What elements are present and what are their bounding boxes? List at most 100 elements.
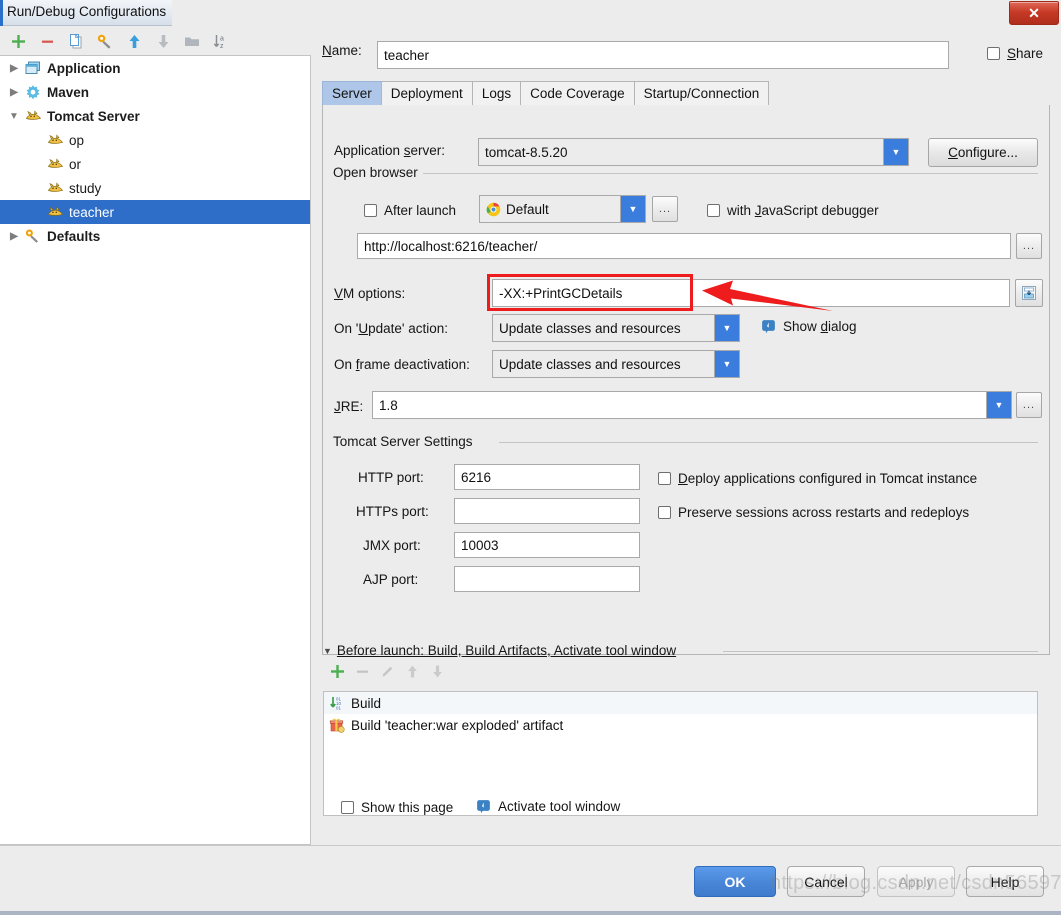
group-divider — [723, 651, 1038, 652]
preserve-sessions-row[interactable]: Preserve sessions across restarts and re… — [658, 505, 969, 520]
before-launch-header[interactable]: ▼ Before launch: Build, Build Artifacts,… — [323, 643, 676, 658]
after-launch-checkbox-row[interactable]: After launch — [364, 203, 456, 218]
show-this-page-row[interactable]: Show this page — [341, 800, 453, 815]
https-port-input[interactable] — [454, 498, 640, 524]
name-row: Name: — [322, 43, 362, 58]
chevron-down-icon[interactable]: ▼ — [6, 108, 22, 124]
before-launch-item-artifact[interactable]: Build 'teacher:war exploded' artifact — [324, 714, 1037, 736]
cancel-button[interactable]: Cancel — [787, 866, 865, 897]
before-launch-add-button[interactable] — [329, 663, 346, 683]
tree-node-teacher[interactable]: teacher — [0, 200, 310, 224]
chevron-down-icon[interactable]: ▼ — [986, 392, 1011, 418]
configuration-tabs[interactable]: Server Deployment Logs Code Coverage Sta… — [322, 81, 770, 105]
ok-button[interactable]: OK — [694, 866, 776, 897]
activate-tool-window-row[interactable]: Activate tool window — [476, 799, 620, 814]
sort-alphabetically-button[interactable]: a z — [208, 29, 234, 53]
preserve-sessions-checkbox[interactable] — [658, 506, 671, 519]
show-dialog-label: Show dialog — [783, 319, 857, 334]
arrow-up-icon — [408, 665, 417, 678]
tree-node-or[interactable]: or — [0, 152, 310, 176]
before-launch-edit-button[interactable] — [379, 663, 396, 683]
dialog-button-bar: OK Cancel Apply Help — [0, 845, 1061, 915]
svg-text:01: 01 — [336, 706, 341, 711]
chevron-down-icon[interactable]: ▼ — [620, 196, 645, 222]
browser-settings-ellipsis-button[interactable]: ... — [652, 196, 678, 222]
tab-code-coverage[interactable]: Code Coverage — [520, 81, 635, 105]
tree-node-defaults[interactable]: ▶ Defaults — [0, 224, 310, 248]
jmx-port-input[interactable]: 10003 — [454, 532, 640, 558]
on-frame-deactivation-row: On frame deactivation: — [334, 357, 470, 372]
before-launch-toolbar — [329, 663, 446, 683]
show-dialog-row[interactable]: Show dialog — [761, 319, 857, 334]
show-this-page-checkbox[interactable] — [341, 801, 354, 814]
share-checkbox[interactable] — [987, 47, 1000, 60]
configure-button[interactable]: Configure... — [928, 138, 1038, 167]
chevron-right-icon[interactable]: ▶ — [6, 84, 22, 100]
tree-node-application[interactable]: ▶ Application — [0, 56, 310, 80]
dialog-title: Run/Debug Configurations — [7, 4, 167, 19]
add-configuration-button[interactable] — [5, 29, 31, 53]
tomcat-icon — [46, 132, 64, 148]
remove-configuration-button[interactable] — [34, 29, 60, 53]
chevron-down-icon[interactable]: ▼ — [883, 139, 908, 165]
tree-node-op[interactable]: op — [0, 128, 310, 152]
jmx-port-label-row: JMX port: — [363, 538, 421, 553]
start-url-input[interactable]: http://localhost:6216/teacher/ — [357, 233, 1011, 259]
chevron-down-icon[interactable]: ▼ — [714, 351, 739, 377]
pencil-icon — [382, 666, 393, 677]
on-frame-deactivation-value: Update classes and resources — [493, 351, 714, 377]
edit-defaults-button[interactable] — [92, 29, 118, 53]
run-debug-configurations-dialog: Run/Debug Configurations ✕ a z ▶ Applica… — [0, 0, 1061, 915]
tree-node-maven[interactable]: ▶ Maven — [0, 80, 310, 104]
before-launch-list[interactable]: 01 10 01 Build Build 'teacher:war explod… — [323, 691, 1038, 816]
on-update-action-combo[interactable]: Update classes and resources ▼ — [492, 314, 740, 342]
after-launch-checkbox[interactable] — [364, 204, 377, 217]
share-checkbox-row[interactable]: Share — [987, 46, 1043, 61]
start-url-ellipsis-button[interactable]: ... — [1016, 233, 1042, 259]
deploy-applications-row[interactable]: Deploy applications configured in Tomcat… — [658, 471, 977, 486]
chevron-right-icon[interactable]: ▶ — [6, 228, 22, 244]
copy-configuration-button[interactable] — [63, 29, 89, 53]
js-debugger-checkbox[interactable] — [707, 204, 720, 217]
jre-ellipsis-button[interactable]: ... — [1016, 392, 1042, 418]
tab-deployment[interactable]: Deployment — [380, 81, 473, 105]
arrow-down-icon — [433, 665, 442, 678]
vm-options-expand-button[interactable] — [1015, 279, 1043, 307]
tab-label: Server — [332, 86, 372, 101]
tab-server[interactable]: Server — [322, 81, 382, 105]
chevron-down-icon[interactable]: ▼ — [323, 646, 332, 656]
move-up-button[interactable] — [121, 29, 147, 53]
before-launch-remove-button[interactable] — [354, 663, 371, 683]
vm-options-row: VM options: — [334, 286, 405, 301]
http-port-input[interactable]: 6216 — [454, 464, 640, 490]
before-launch-move-up-button[interactable] — [404, 663, 421, 683]
on-frame-deactivation-combo[interactable]: Update classes and resources ▼ — [492, 350, 740, 378]
js-debugger-checkbox-row[interactable]: with JavaScript debugger — [707, 203, 879, 218]
info-balloon-icon — [476, 799, 491, 814]
chevron-down-icon[interactable]: ▼ — [714, 315, 739, 341]
name-input[interactable]: teacher — [377, 41, 949, 69]
on-update-action-label: On 'Update' action: — [334, 321, 448, 336]
vm-options-input[interactable]: -XX:+PrintGCDetails — [492, 279, 1010, 307]
tomcat-icon — [46, 156, 64, 172]
help-button[interactable]: Help — [966, 866, 1044, 897]
create-folder-button[interactable] — [179, 29, 205, 53]
before-launch-item-build[interactable]: 01 10 01 Build — [324, 692, 1037, 714]
jre-combo[interactable]: 1.8 ▼ — [372, 391, 1012, 419]
configuration-editor-panel: Name: teacher Share Server Deployment Lo… — [311, 27, 1061, 845]
tree-node-study[interactable]: study — [0, 176, 310, 200]
apply-button[interactable]: Apply — [877, 866, 955, 897]
configurations-tree[interactable]: ▶ Application ▶ Maven ▼ Tomcat Server op… — [0, 55, 311, 845]
tab-logs[interactable]: Logs — [471, 81, 522, 105]
ajp-port-input[interactable] — [454, 566, 640, 592]
before-launch-move-down-button[interactable] — [429, 663, 446, 683]
move-down-button[interactable] — [150, 29, 176, 53]
application-server-combo[interactable]: tomcat-8.5.20 ▼ — [478, 138, 909, 166]
close-icon[interactable]: ✕ — [1009, 1, 1059, 25]
tab-startup-connection[interactable]: Startup/Connection — [633, 81, 770, 105]
chevron-right-icon[interactable]: ▶ — [6, 60, 22, 76]
tab-label: Code Coverage — [530, 86, 625, 101]
tree-node-tomcat-server[interactable]: ▼ Tomcat Server — [0, 104, 310, 128]
browser-combo[interactable]: Default ▼ — [479, 195, 646, 223]
deploy-applications-checkbox[interactable] — [658, 472, 671, 485]
